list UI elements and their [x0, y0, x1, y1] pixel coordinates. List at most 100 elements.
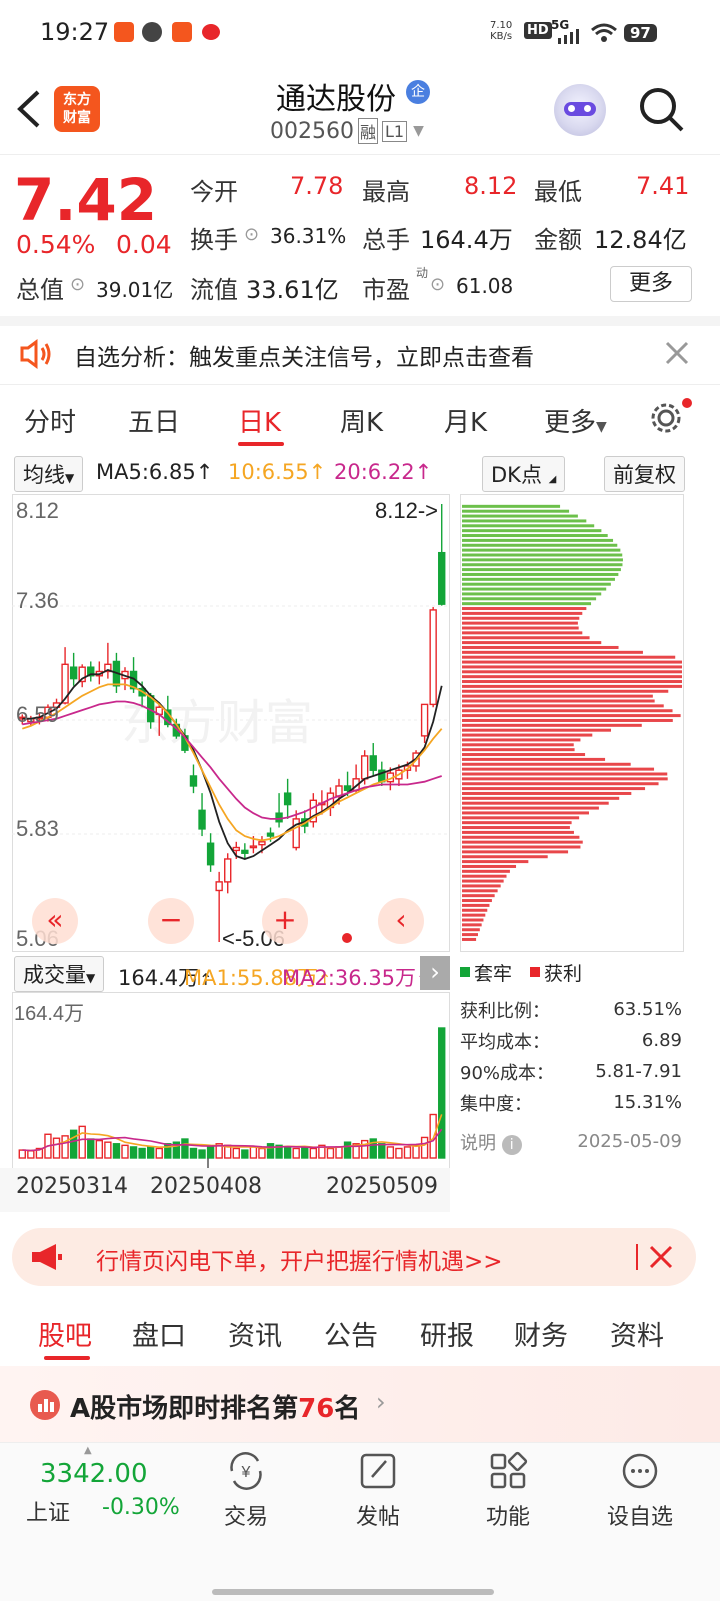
tab-announcements[interactable]: 公告 [324, 1314, 378, 1353]
chip-bar [462, 680, 682, 684]
chip-bar [462, 514, 578, 518]
gear-icon[interactable] [648, 400, 684, 436]
chip-bar [462, 684, 682, 688]
candle-body [369, 755, 377, 771]
chip-bar [462, 757, 606, 761]
expand-panel-button[interactable]: › [420, 956, 450, 990]
back-arrow-icon[interactable] [14, 88, 44, 130]
legend-swatch-hold [460, 967, 470, 977]
nav-post-label: 发帖 [355, 1505, 400, 1530]
grid-apps-icon [490, 1451, 528, 1489]
volume-bar [112, 1143, 121, 1159]
tab-monthly-k[interactable]: 月K [444, 402, 487, 439]
tab-intraday[interactable]: 分时 [24, 402, 76, 439]
assistant-avatar[interactable] [554, 84, 606, 136]
tab-daily-k[interactable]: 日K [238, 402, 281, 439]
nav-add-watchlist[interactable]: 设自选 [590, 1449, 690, 1531]
info-icon[interactable]: i [501, 1134, 522, 1155]
tab-research[interactable]: 研报 [420, 1314, 474, 1353]
volume-bar [249, 1146, 258, 1159]
volume-bar [403, 1146, 412, 1159]
notification-app-icon [172, 22, 192, 42]
rank-banner[interactable]: A股市场即时排名第76名 › [0, 1366, 720, 1442]
chip-bar [462, 850, 569, 854]
dk-point-select[interactable]: DK点 ◢ [482, 456, 566, 492]
volume-bar [206, 1146, 215, 1159]
chip-bar [462, 548, 621, 552]
volume-bar [420, 1136, 429, 1159]
megaphone-icon [32, 1244, 62, 1270]
search-icon[interactable] [638, 86, 686, 134]
nav-trade[interactable]: ¥ 交易 [196, 1449, 296, 1531]
volume-bar [343, 1141, 352, 1159]
rank-text: A股市场即时排名第76名 [70, 1394, 361, 1424]
scroll-left-button[interactable]: ‹ [378, 898, 424, 944]
stock-name[interactable]: 通达股份 [276, 74, 396, 118]
divider [0, 384, 720, 385]
home-indicator [212, 1589, 494, 1595]
kline-tabs: 分时 五日 日K 周K 月K 更多▼ [0, 386, 720, 450]
collapse-caret-icon[interactable]: ▲ [84, 1445, 92, 1456]
chip-stat-row: 获利比例： 63.51% [460, 999, 682, 1022]
close-icon[interactable] [648, 1244, 674, 1270]
tab-five-day[interactable]: 五日 [128, 402, 180, 439]
kline-chart[interactable]: 东方财富 8.12 7.36 6.59 5.83 5.06 8.12-> <-5… [12, 494, 450, 952]
chip-bar [462, 509, 570, 513]
chip-stat-row: 集中度： 15.31% [460, 1092, 682, 1115]
volume-bar [104, 1141, 112, 1159]
content-tabs: 股吧 盘口 资讯 公告 研报 财务 资料 [0, 1298, 720, 1364]
chip-note-row[interactable]: 说明 i 2025-05-09 [460, 1126, 682, 1157]
tab-pankou[interactable]: 盘口 [132, 1314, 186, 1353]
tab-profile[interactable]: 资料 [610, 1314, 664, 1353]
tab-weekly-k[interactable]: 周K [340, 402, 383, 439]
nav-post[interactable]: 发帖 [328, 1449, 428, 1531]
tab-news[interactable]: 资讯 [228, 1314, 282, 1353]
scroll-left-fast-button[interactable]: « [32, 898, 78, 944]
zoom-in-button[interactable]: + [262, 898, 308, 944]
divider [0, 154, 720, 155]
volume-bar [283, 1146, 292, 1159]
app-logo[interactable]: 东方 财富 [54, 86, 100, 132]
chip-bar [462, 787, 646, 791]
tab-guba[interactable]: 股吧 [38, 1314, 92, 1353]
more-button[interactable]: 更多 [610, 266, 692, 302]
tab-finance[interactable]: 财务 [514, 1314, 568, 1353]
volume-bar [395, 1147, 403, 1159]
volume-bar [438, 1027, 446, 1159]
volume-bar [189, 1147, 198, 1159]
adjust-select[interactable]: 前复权 [604, 456, 685, 492]
candlestick [429, 607, 437, 708]
stock-code-row[interactable]: 002560 融 L1 ▼ [270, 118, 424, 144]
candle-body [189, 775, 198, 787]
indicator-select[interactable]: 均线▼ [14, 456, 84, 492]
index-change[interactable]: -0.30% [102, 1495, 180, 1520]
note-label: 说明 [460, 1132, 496, 1154]
chip-bar [462, 884, 501, 888]
chip-bar [462, 534, 608, 538]
notification-app-icon [114, 22, 134, 42]
zoom-out-button[interactable]: − [148, 898, 194, 944]
info-icon[interactable]: ⊙ [430, 274, 445, 295]
volume-bar [87, 1138, 95, 1159]
chip-distribution-chart[interactable] [460, 494, 684, 952]
amount-value: 12.84亿 [594, 226, 687, 254]
info-icon[interactable]: ⊙ [244, 224, 259, 245]
volume-bar [146, 1146, 155, 1159]
close-icon[interactable] [664, 340, 690, 366]
tab-more[interactable]: 更多▼ [544, 402, 607, 439]
candle-body [429, 609, 437, 706]
promo-text: 行情页闪电下单，开户把握行情机遇>> [96, 1249, 503, 1275]
nav-add-watchlist-label: 设自选 [606, 1505, 673, 1530]
pe-label: 市盈 [362, 276, 410, 304]
promo-banner[interactable]: 行情页闪电下单，开户把握行情机遇>> [12, 1228, 696, 1286]
candle-body [232, 846, 240, 852]
analysis-banner[interactable]: 自选分析：触发重点关注信号，立即点击查看 [0, 326, 720, 384]
index-value[interactable]: 3342.00 [40, 1459, 148, 1489]
float-label: 流值 [190, 276, 238, 304]
volume-indicator-select[interactable]: 成交量▼ [14, 956, 105, 992]
nav-functions[interactable]: 功能 [458, 1449, 558, 1531]
index-name[interactable]: 上证 [26, 1495, 70, 1527]
info-icon[interactable]: ⊙ [70, 274, 85, 295]
chip-bar [462, 704, 664, 708]
volume-chart[interactable]: 164.4万 [12, 992, 450, 1170]
